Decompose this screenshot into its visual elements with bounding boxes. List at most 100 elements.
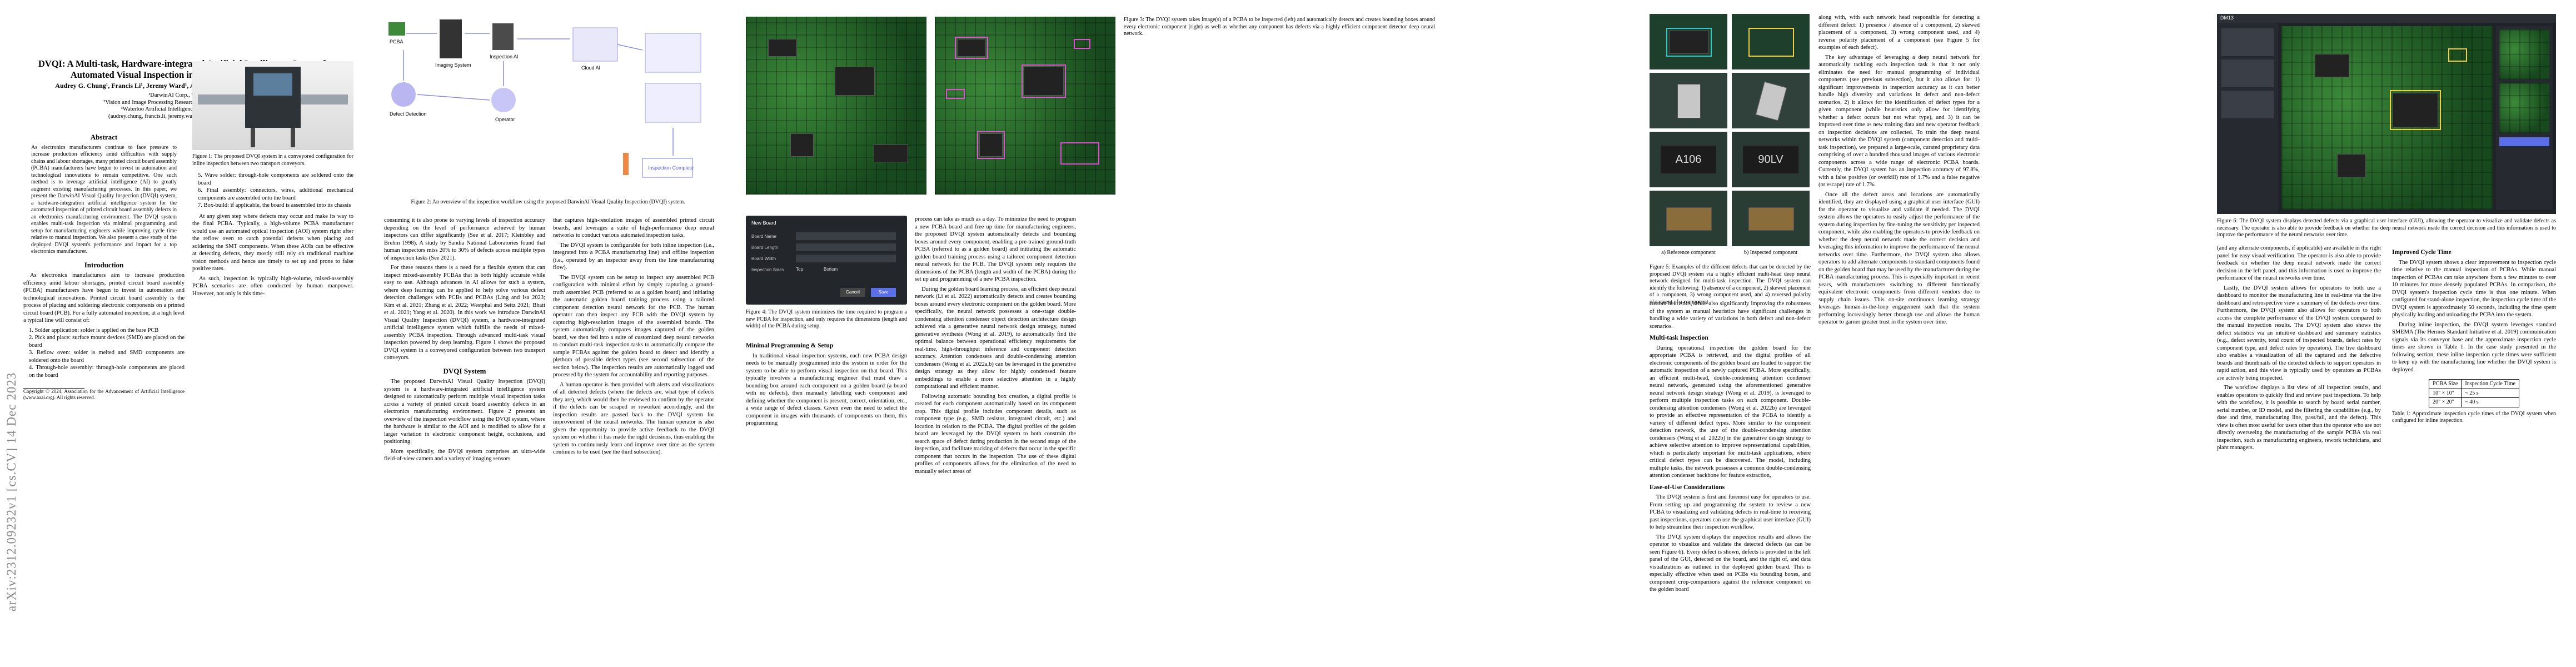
- reference-component-image: [1650, 14, 1727, 69]
- figure-3-pcba-detections-image: [935, 17, 1115, 195]
- pcba-icon: [388, 22, 405, 36]
- process-list-continued: 5. Wave solder: through-hole components …: [192, 172, 353, 210]
- paper-page-1: arXiv:2312.09232v1 [cs.CV] 14 Dec 2023 D…: [0, 0, 362, 667]
- board-length-input[interactable]: [796, 243, 896, 251]
- page5-left-column: (and any alternate components, if applic…: [2217, 245, 2381, 454]
- detection-box: [946, 89, 965, 99]
- paper-page-2: PCBA Imaging System Inspection AI Defect…: [362, 0, 724, 667]
- body-paragraph: Once all the defect areas and locations …: [1818, 191, 1980, 326]
- list-item: 5. Wave solder: through-hole components …: [198, 172, 353, 186]
- chip-marking: 90LV: [1743, 146, 1798, 173]
- list-item: 7. Box-build: if applicable, the board i…: [198, 202, 351, 208]
- defect-highlight-box[interactable]: [2448, 48, 2467, 62]
- side-top-checkbox[interactable]: Top: [796, 267, 803, 272]
- board-name-input[interactable]: [796, 232, 896, 240]
- gui-board-view[interactable]: [2281, 26, 2493, 210]
- monitor: [253, 73, 292, 96]
- defect-list-item[interactable]: [2221, 28, 2274, 56]
- component-box: [1666, 28, 1712, 57]
- body-paragraph: During operational inspection the golden…: [1650, 345, 1811, 479]
- figure-6-caption: Figure 6: The DVQI system displays detec…: [2217, 218, 2556, 238]
- dvqi-system-heading: DVQI System: [443, 366, 486, 375]
- body-paragraph: custom heuristics, while also significan…: [1650, 301, 1811, 330]
- skewed-chip: [1755, 81, 1787, 121]
- list-item: 4. Through-hole assembly: through-hole c…: [29, 365, 185, 379]
- reference-component-image: [1650, 191, 1727, 246]
- inspection-ai-icon: [492, 23, 514, 50]
- multitask-heading: Multi-task Inspection: [1650, 335, 1708, 341]
- defect-list-item[interactable]: [2221, 59, 2274, 87]
- figure-3-caption: Figure 3: The DVQI system takes image(s)…: [1124, 17, 1435, 37]
- field-label: Board Name: [751, 234, 776, 239]
- detection-box: [1022, 64, 1066, 98]
- figure-1-photo: [192, 61, 353, 150]
- feedback-button[interactable]: [2499, 137, 2549, 146]
- inspected-component-image: 90LV: [1732, 132, 1810, 187]
- pcb-chip: [790, 133, 814, 157]
- figure-6-inspection-gui: DM13: [2217, 14, 2556, 214]
- inspected-crop: [2499, 83, 2549, 133]
- page3-right-column: process can take as much as a day. To mi…: [915, 216, 1076, 477]
- cloud-ai-panel: [572, 27, 618, 62]
- page1-right-column: Figure 1: The proposed DVQI system in a …: [192, 61, 353, 300]
- defect-detection-icon: [391, 82, 416, 107]
- detection-box: [977, 131, 1005, 159]
- table-cell: ~ 40 s: [2461, 397, 2519, 407]
- setup-field-labels: Board Name Board Length Board Width Insp…: [751, 231, 784, 276]
- table-row: 20" × 20" ~ 40 s: [2429, 397, 2519, 407]
- figure-5-sublabel-b: b) Inspected component: [1743, 250, 1798, 256]
- pcb-chip: [768, 39, 797, 57]
- body-paragraph: Following automatic bounding box creatio…: [915, 393, 1076, 475]
- body-paragraph: (and any alternate components, if applic…: [2217, 245, 2381, 281]
- list-item: 1. Solder application: solder is applied…: [29, 327, 159, 334]
- pcb-chip: [2315, 54, 2349, 77]
- minimal-programming-heading: Minimal Programming & Setup: [746, 342, 834, 349]
- inspected-component-image: [1732, 73, 1810, 128]
- figure-3-pcba-input-image: [746, 17, 926, 195]
- reference-component-image: A106: [1650, 132, 1727, 187]
- body-paragraph: The DVQI system displays the inspection …: [1650, 534, 1811, 593]
- body-paragraph: process can take as much as a day. To mi…: [915, 216, 1076, 282]
- field-label: Inspection Sides: [751, 267, 784, 272]
- table-cell: 20" × 20": [2429, 397, 2462, 407]
- figure-4-caption: Figure 4: The DVQI system minimizes the …: [746, 309, 907, 329]
- status-light-icon: [623, 153, 629, 175]
- paper-page-5: DM13 Figure 6: The DVQI system displays …: [2200, 0, 2576, 667]
- workflow-label: Inspection AI: [490, 54, 519, 59]
- page1-left-column: Abstract As electronics manufacturers co…: [23, 128, 185, 400]
- detection-box: [1074, 39, 1090, 49]
- list-item: 3. Reflow oven: solder is melted and SMD…: [29, 350, 185, 364]
- paper-page-4: A106 90LV a) Reference component b) Insp…: [1449, 0, 2200, 667]
- figure-2-workflow-diagram: PCBA Imaging System Inspection AI Defect…: [384, 17, 712, 195]
- table-header: Inspection Cycle Time: [2461, 379, 2519, 389]
- pcb-chip: [835, 67, 875, 96]
- body-paragraph: More specifically, the DVQI system compr…: [384, 448, 545, 462]
- side-bottom-checkbox[interactable]: Bottom: [824, 267, 838, 272]
- defect-list-item[interactable]: [2221, 91, 2274, 118]
- machine-leg: [251, 128, 255, 147]
- body-paragraph: The DVQI system shows a clear improvemen…: [2392, 259, 2556, 318]
- gui-titlebar: DM13: [2217, 14, 2556, 23]
- body-paragraph: that captures high-resolution images of …: [553, 217, 714, 238]
- setup-dialog-title: New Board: [751, 220, 776, 226]
- body-paragraph: The key advantage of leveraging a deep n…: [1818, 54, 1980, 188]
- cancel-button[interactable]: Cancel: [840, 288, 865, 297]
- pcb-chip: [2337, 154, 2366, 177]
- defect-highlight-box[interactable]: [2390, 90, 2441, 130]
- board-width-input[interactable]: [796, 255, 896, 262]
- reversed-chip: [1748, 207, 1794, 231]
- table-header: PCBA Size: [2429, 379, 2462, 389]
- figure-5-defect-grid: A106 90LV a) Reference component b) Insp…: [1650, 14, 1811, 258]
- chip-marking: A106: [1661, 146, 1716, 173]
- save-button[interactable]: Save: [871, 288, 896, 297]
- abstract-text: As electronics manufacturers continue to…: [31, 144, 177, 255]
- pcb-chip: [1677, 84, 1701, 118]
- body-paragraph: In traditional visual inspection systems…: [746, 352, 907, 427]
- intro-paragraph: As electronics manufacturers aim to incr…: [23, 272, 185, 323]
- detection-box: [955, 37, 988, 59]
- gui-right-panel: [2496, 26, 2553, 210]
- gui-left-panel: [2217, 23, 2278, 214]
- workflow-label: Operator: [495, 117, 515, 122]
- workflow-label: Imaging System: [435, 62, 471, 68]
- table-row: 10" × 10" ~ 25 s: [2429, 388, 2519, 398]
